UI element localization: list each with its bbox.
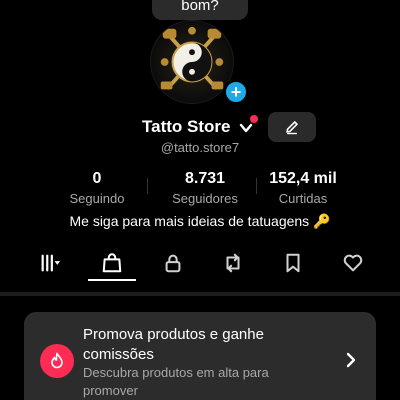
yin-yang-tattoo-machine-logo: [160, 26, 224, 90]
heart-icon: [343, 254, 363, 272]
stat-following-label: Seguindo: [69, 191, 125, 206]
add-story-button[interactable]: +: [223, 79, 249, 105]
promo-card[interactable]: Promova produtos e ganhe comissões Descu…: [24, 312, 376, 400]
tabs-divider: [0, 292, 400, 296]
lock-icon: [165, 254, 181, 273]
tab-shop[interactable]: [92, 248, 132, 278]
stat-likes-label: Curtidas: [278, 191, 328, 206]
shopping-bag-icon: [102, 253, 122, 273]
stat-divider: [256, 178, 257, 194]
profile-bio: Me siga para mais ideias de tatuagens 🔑: [69, 213, 331, 229]
profile-screen: bom? + Tatto Store @tatto.store7 0 Segui…: [0, 0, 400, 400]
note-bubble-text: bom?: [181, 0, 219, 14]
tab-videos[interactable]: [30, 248, 70, 278]
bookmark-icon: [286, 253, 300, 273]
profile-stats: 0 Seguindo 8.731 Seguidores 152,4 mil Cu…: [0, 170, 400, 206]
profile-handle: @tatto.store7: [160, 140, 240, 155]
chevron-right-icon: [346, 352, 356, 368]
stat-followers-value: 8.731: [184, 170, 226, 187]
stat-likes[interactable]: 152,4 mil Curtidas: [260, 170, 346, 206]
stat-likes-value: 152,4 mil: [269, 170, 337, 187]
note-bubble[interactable]: bom?: [152, 0, 248, 20]
stat-following[interactable]: 0 Seguindo: [62, 170, 132, 206]
active-tab-indicator: [88, 279, 136, 281]
edit-profile-button[interactable]: [268, 112, 316, 142]
stat-divider: [147, 178, 148, 194]
tab-liked[interactable]: [333, 248, 373, 278]
stat-followers-label: Seguidores: [172, 191, 238, 206]
flame-icon: [40, 344, 74, 378]
notification-dot: [250, 115, 258, 123]
promo-subtitle: Descubra produtos em alta para promover: [83, 365, 269, 398]
pencil-icon: [286, 121, 298, 135]
tab-saved[interactable]: [273, 248, 313, 278]
profile-tabs: [0, 248, 400, 284]
tab-private[interactable]: [153, 248, 193, 278]
promo-title: Promova produtos e ganhe comissões: [83, 326, 264, 363]
plus-icon: +: [230, 82, 242, 102]
stat-followers[interactable]: 8.731 Seguidores: [160, 170, 250, 206]
tab-reposts[interactable]: [213, 248, 253, 278]
repost-icon: [226, 253, 240, 273]
stat-following-value: 0: [92, 170, 102, 187]
grid-icon: [41, 254, 61, 272]
avatar[interactable]: [150, 20, 234, 104]
name-row: Tatto Store: [0, 112, 400, 142]
profile-name[interactable]: Tatto Store: [142, 117, 230, 137]
